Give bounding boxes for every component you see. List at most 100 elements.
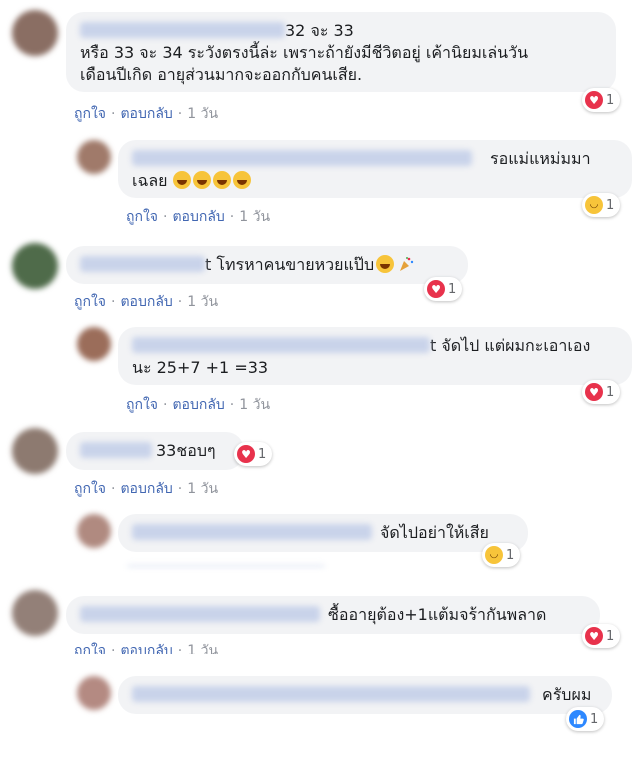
separator: · [177,643,183,654]
reaction-count: 1 [606,92,615,108]
comment-bubble: ซื้ออายุต้อง+1แต้มจร้ากันพลาด [66,596,600,634]
comment-bubble: รอแม่แหม่มมา เฉลย [118,140,632,198]
avatar[interactable] [77,676,111,710]
comment-actions: ถูกใจ · ตอบกลับ · 1 วัน [74,640,218,654]
comment-actions: ถูกใจ · ตอบกลับ · 1 วัน [74,478,218,500]
avatar[interactable] [77,140,111,174]
reply-link[interactable]: ตอบกลับ [120,481,172,497]
commenter-name[interactable] [80,256,205,272]
commenter-name[interactable] [132,337,430,353]
tears-of-joy-emoji [172,171,191,189]
reaction-badge[interactable]: ◡ 1 [482,543,521,567]
commenter-name[interactable] [80,22,285,38]
heart-icon: ♥ [585,91,603,109]
avatar[interactable] [12,243,58,289]
comment-text: 33ชอบๆ [156,441,216,460]
reaction-count: 1 [606,384,615,400]
avatar[interactable] [12,428,58,474]
reaction-badge[interactable]: ◡ 1 [582,193,621,217]
separator: · [177,481,183,497]
heart-icon: ♥ [237,445,255,463]
reaction-count: 1 [258,446,267,462]
reply-link[interactable]: ตอบกลับ [120,106,172,122]
laughing-face-icon: ◡ [585,196,603,214]
avatar[interactable] [77,514,111,548]
avatar[interactable] [12,590,58,636]
separator: · [111,294,116,310]
avatar[interactable] [77,327,111,361]
separator: · [229,209,235,225]
comment-bubble: จัดไปอย่าให้เสีย [118,514,528,552]
commenter-name[interactable] [132,686,530,702]
separator: · [177,294,183,310]
comment-bubble: t จัดไป แต่ผมกะเอาเอง นะ 25+7 +1 =33 [118,327,632,385]
tears-of-joy-emoji [192,171,211,189]
party-popper-emoji [400,257,414,271]
comment-text: รอแม่แหม่มมา [490,149,591,168]
separator: · [111,481,116,497]
separator: · [163,397,168,413]
reaction-badge[interactable]: ♥ 1 [582,380,621,404]
timestamp[interactable]: 1 วัน [239,209,270,225]
like-link[interactable]: ถูกใจ [74,294,106,310]
comment-text: t โทรหาคนขายหวยแป๊บ [205,255,375,274]
commenter-name[interactable] [80,442,152,458]
comment-actions: ถูกใจ · ตอบกลับ · 1 วัน [126,394,270,416]
comment-text: เฉลย [132,171,168,190]
comment-text: หรือ 33 จะ 34 ระวังตรงนี้ล่ะ เพราะถ้ายัง… [80,43,529,62]
avatar[interactable] [12,10,58,56]
reaction-count: 1 [606,197,615,213]
tears-of-joy-emoji [212,171,231,189]
reaction-count: 1 [590,711,599,727]
reaction-badge[interactable]: ♥ 1 [582,624,621,648]
timestamp[interactable]: 1 วัน [187,643,218,654]
timestamp[interactable]: 1 วัน [187,294,218,310]
tears-of-joy-emoji [376,255,395,273]
thumbs-up-icon [569,710,587,728]
comment-bubble: 32 จะ 33 หรือ 33 จะ 34 ระวังตรงนี้ล่ะ เพ… [66,12,616,92]
comment-actions: ถูกใจ · ตอบกลับ · 1 วัน [126,206,270,228]
reaction-badge[interactable]: 1 [566,707,605,731]
laughing-face-icon: ◡ [485,546,503,564]
reaction-badge[interactable]: ♥ 1 [424,277,463,301]
comment-text: t จัดไป แต่ผมกะเอาเอง [430,336,591,355]
reaction-count: 1 [506,547,515,563]
like-link[interactable]: ถูกใจ [74,481,106,497]
comment-text: จัดไปอย่าให้เสีย [380,523,489,542]
comment-actions: ถูกใจ · ตอบกลับ · 1 วัน [74,103,218,125]
timestamp[interactable]: 1 วัน [187,106,218,122]
reaction-count: 1 [448,281,457,297]
like-link[interactable]: ถูกใจ [74,643,106,654]
reaction-count: 1 [606,628,615,644]
heart-icon: ♥ [427,280,445,298]
timestamp[interactable]: 1 วัน [239,397,270,413]
like-link[interactable]: ถูกใจ [126,397,158,413]
comment-bubble: t โทรหาคนขายหวยแป๊บ [66,246,468,284]
separator: · [163,209,168,225]
comment-text: 32 จะ 33 [285,21,354,40]
comment-text: ซื้ออายุต้อง+1แต้มจร้ากันพลาด [328,605,547,624]
reaction-badge[interactable]: ♥ 1 [234,442,273,466]
comment-text: เดือนปีเกิด อายุส่วนมากจะออกกับคนเสีย. [80,65,363,84]
reply-link[interactable]: ตอบกลับ [120,294,172,310]
reply-link[interactable]: ตอบกลับ [172,397,224,413]
timestamp[interactable]: 1 วัน [187,481,218,497]
heart-icon: ♥ [585,627,603,645]
like-link[interactable]: ถูกใจ [74,106,106,122]
comment-bubble: 33ชอบๆ [66,432,244,470]
comment-bubble: ครับผม [118,676,612,714]
reply-link[interactable]: ตอบกลับ [172,209,224,225]
commenter-name[interactable] [80,606,320,622]
separator: · [177,106,183,122]
like-link[interactable]: ถูกใจ [126,209,158,225]
comment-text: นะ 25+7 +1 =33 [132,358,269,377]
separator: · [111,106,116,122]
commenter-name[interactable] [132,524,372,540]
commenter-name[interactable] [132,150,472,166]
reaction-badge[interactable]: ♥ 1 [582,88,621,112]
blurred-actions [126,566,326,568]
tears-of-joy-emoji [232,171,251,189]
reply-link[interactable]: ตอบกลับ [120,643,172,654]
comment-text: ครับผม [542,685,592,704]
heart-icon: ♥ [585,383,603,401]
